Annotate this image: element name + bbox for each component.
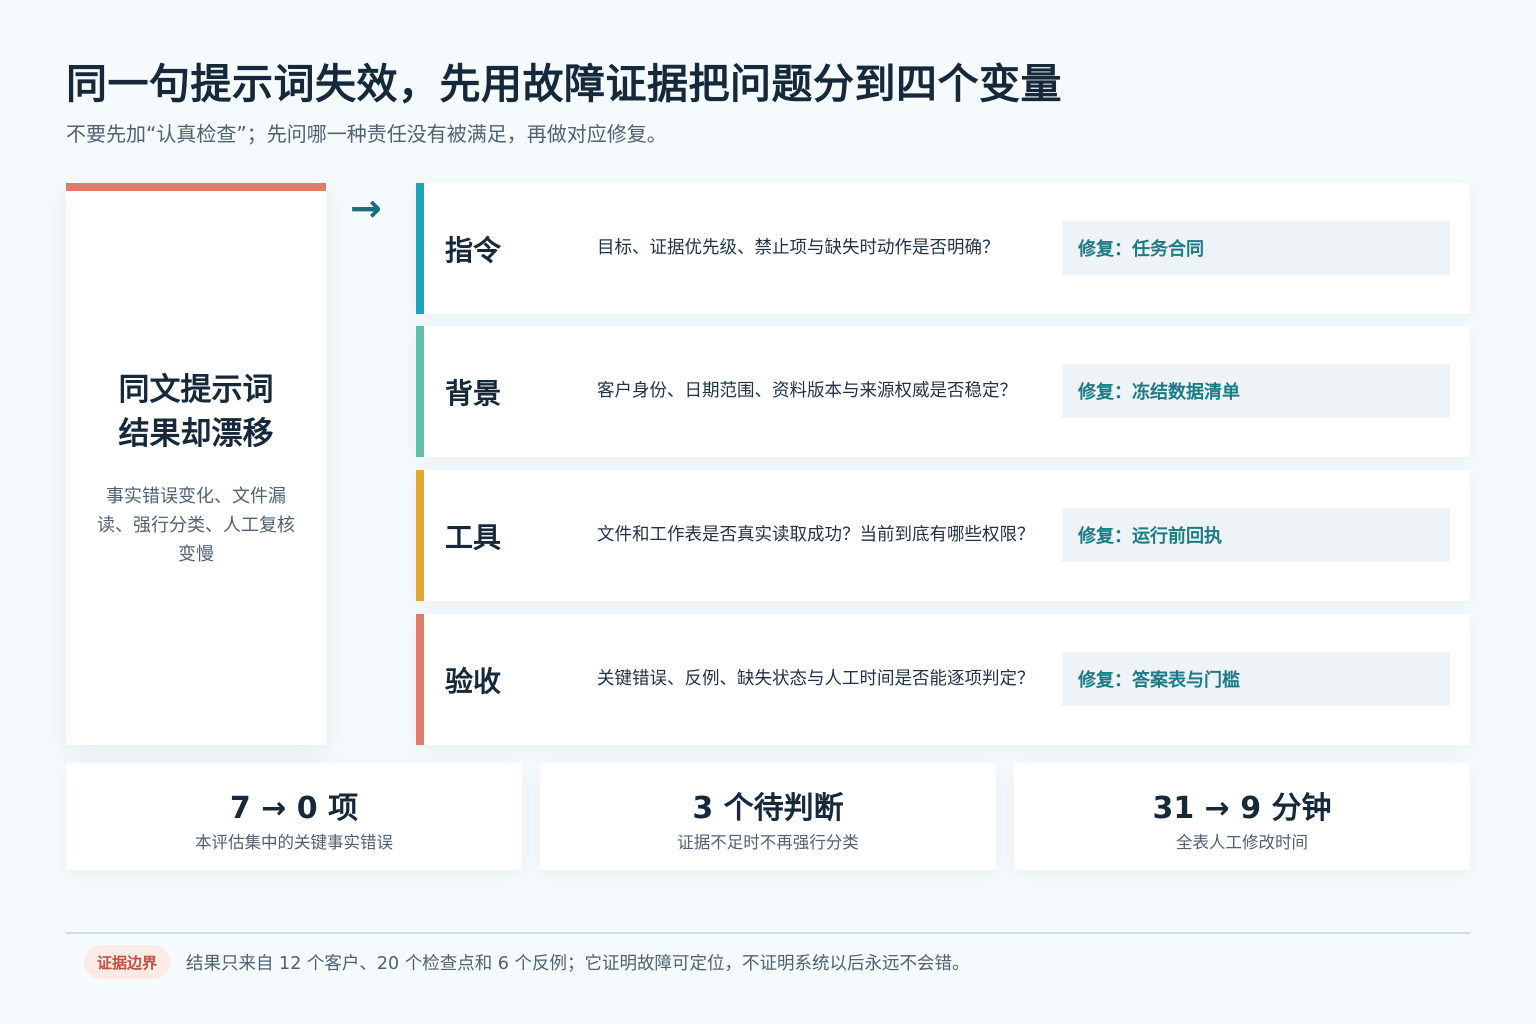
symptom-card: 同文提示词 结果却漂移 事实错误变化、文件漏读、强行分类、人工复核变慢 bbox=[66, 183, 326, 745]
arrow-right-icon: → bbox=[350, 186, 382, 230]
variable-color-bar bbox=[416, 614, 424, 745]
symptom-description: 事实错误变化、文件漏读、强行分类、人工复核变慢 bbox=[97, 485, 295, 565]
stat-card-fact-errors: 7 → 0 项 本评估集中的关键事实错误 bbox=[66, 763, 522, 870]
variable-row-tools: 工具 文件和工作表是否真实读取成功？当前到底有哪些权限？ 修复：运行前回执 bbox=[416, 470, 1470, 601]
stat-value: 3 个待判断 bbox=[692, 791, 844, 826]
stat-label: 证据不足时不再强行分类 bbox=[677, 833, 859, 852]
page-title: 同一句提示词失效，先用故障证据把问题分到四个变量 bbox=[66, 60, 1062, 108]
variable-fix: 修复：运行前回执 bbox=[1062, 508, 1450, 562]
variable-question: 客户身份、日期范围、资料版本与来源权威是否稳定？ bbox=[597, 381, 1017, 401]
stat-label: 本评估集中的关键事实错误 bbox=[195, 833, 393, 852]
variable-row-context: 背景 客户身份、日期范围、资料版本与来源权威是否稳定？ 修复：冻结数据清单 bbox=[416, 326, 1470, 457]
variable-fix: 修复：冻结数据清单 bbox=[1062, 364, 1450, 418]
stat-value: 7 → 0 项 bbox=[229, 791, 359, 826]
variable-question: 文件和工作表是否真实读取成功？当前到底有哪些权限？ bbox=[597, 525, 1035, 545]
symptom-title-line-2: 结果却漂移 bbox=[118, 415, 274, 452]
stat-value: 31 → 9 分钟 bbox=[1152, 791, 1332, 826]
variable-fix: 修复：任务合同 bbox=[1062, 221, 1450, 275]
variable-name: 工具 bbox=[445, 520, 502, 554]
page-subtitle: 不要先加“认真检查”；先问哪一种责任没有被满足，再做对应修复。 bbox=[66, 122, 667, 146]
symptom-title: 同文提示词 结果却漂移 bbox=[119, 368, 274, 456]
stat-card-pending: 3 个待判断 证据不足时不再强行分类 bbox=[540, 763, 996, 870]
stat-label: 全表人工修改时间 bbox=[1176, 833, 1308, 852]
symptom-title-line-1: 同文提示词 bbox=[118, 371, 274, 408]
variable-name: 验收 bbox=[445, 664, 502, 698]
variable-color-bar bbox=[416, 183, 424, 314]
variable-fix: 修复：答案表与门槛 bbox=[1062, 652, 1450, 706]
evidence-boundary-badge: 证据边界 bbox=[84, 945, 171, 979]
variable-color-bar bbox=[416, 326, 424, 457]
variable-name: 指令 bbox=[445, 233, 502, 267]
variable-name: 背景 bbox=[445, 376, 502, 410]
footer-note: 结果只来自 12 个客户、20 个检查点和 6 个反例；它证明故障可定位，不证明… bbox=[186, 954, 970, 974]
variable-question: 目标、证据优先级、禁止项与缺失时动作是否明确？ bbox=[597, 238, 1000, 258]
variable-color-bar bbox=[416, 470, 424, 601]
footer-divider bbox=[66, 932, 1470, 934]
variable-question: 关键错误、反例、缺失状态与人工时间是否能逐项判定？ bbox=[597, 669, 1035, 689]
variable-row-acceptance: 验收 关键错误、反例、缺失状态与人工时间是否能逐项判定？ 修复：答案表与门槛 bbox=[416, 614, 1470, 745]
stat-card-review-time: 31 → 9 分钟 全表人工修改时间 bbox=[1014, 763, 1470, 870]
variable-row-instruction: 指令 目标、证据优先级、禁止项与缺失时动作是否明确？ 修复：任务合同 bbox=[416, 183, 1470, 314]
page: 同一句提示词失效，先用故障证据把问题分到四个变量 不要先加“认真检查”；先问哪一… bbox=[0, 0, 1536, 1024]
